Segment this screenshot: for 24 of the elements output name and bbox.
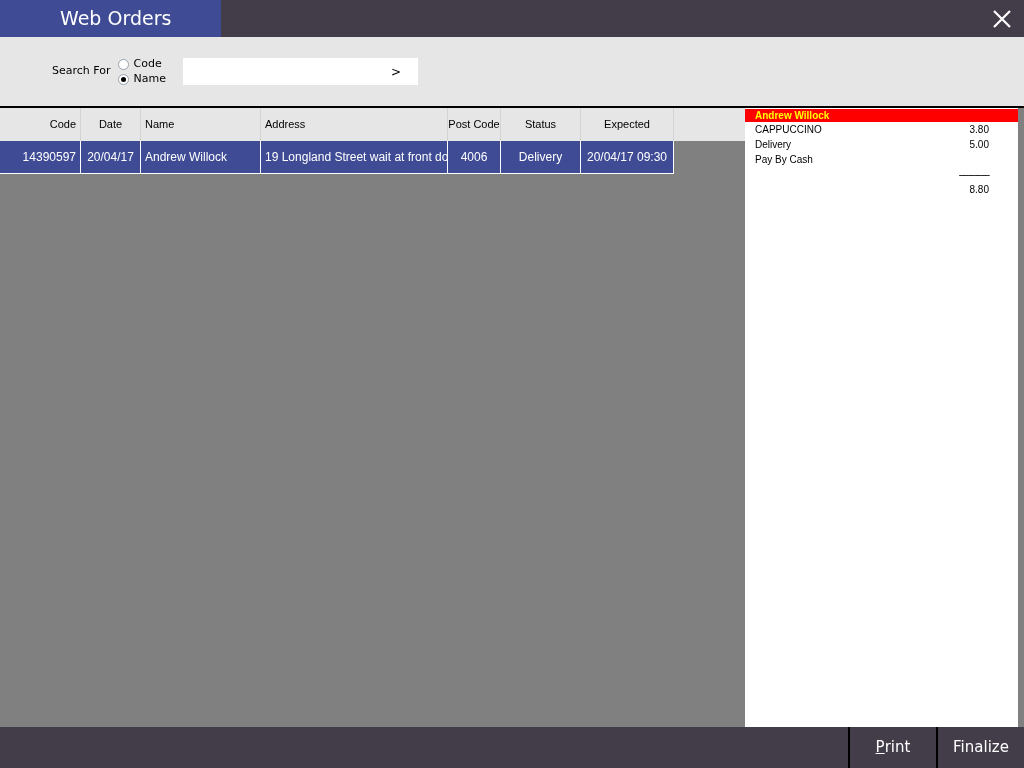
table-cell: Andrew Willock — [141, 141, 261, 173]
radio-button[interactable] — [118, 58, 130, 70]
receipt-amount: 3.80 — [969, 123, 989, 137]
radio-button[interactable] — [118, 73, 130, 85]
table-cell: 20/04/17 09:30 — [581, 141, 674, 173]
action-button[interactable]: Print — [848, 727, 936, 768]
table-cell: 20/04/17 — [81, 141, 141, 173]
table-cell: 4006 — [448, 141, 501, 173]
radio-label: Name — [133, 70, 166, 87]
table-cell: Delivery — [501, 141, 581, 173]
radio-label: Code — [133, 55, 162, 72]
receipt-item: Delivery — [755, 138, 792, 152]
search-label: Search For — [52, 63, 111, 80]
receipt-item: CAPPUCCINO — [755, 123, 822, 137]
receipt-total: 8.80 — [969, 183, 989, 197]
go-arrow[interactable]: > — [390, 62, 401, 81]
receipt-amount: 5.00 — [969, 138, 989, 152]
window-title: Web Orders — [0, 0, 221, 37]
search-field[interactable]: > — [182, 58, 418, 85]
table-cell: 14390597 — [0, 141, 81, 173]
receipt-item: Pay By Cash — [755, 153, 813, 167]
receipt-customer: Andrew Willock — [745, 109, 1018, 122]
receipt-rule: ------------- — [958, 168, 989, 182]
action-button[interactable]: Finalize — [936, 727, 1024, 768]
